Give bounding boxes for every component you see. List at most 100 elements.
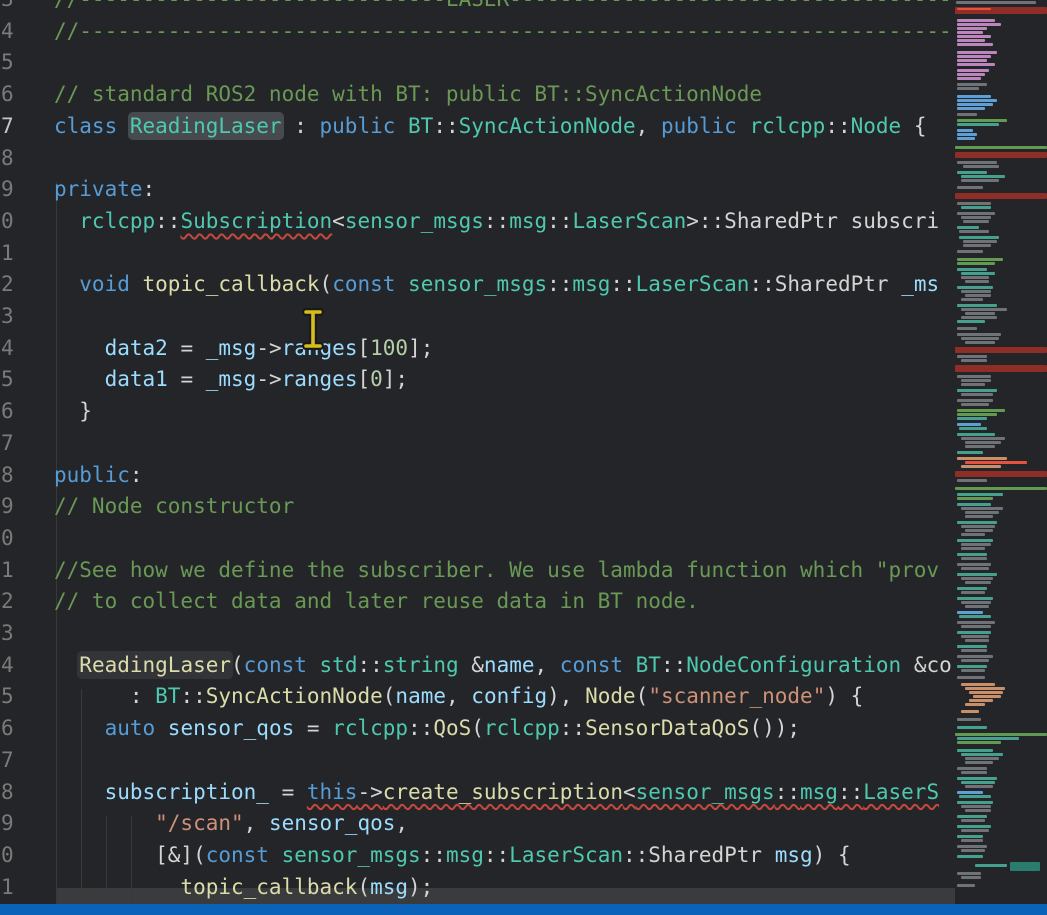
line-number[interactable]: 7 bbox=[1, 428, 14, 460]
code-line[interactable]: 3 //-----------------------------LASER---… bbox=[0, 0, 955, 16]
code-text: data1 = _msg->ranges[0]; bbox=[54, 364, 408, 396]
line-number[interactable]: 2 bbox=[1, 586, 14, 618]
code-token: msg bbox=[370, 875, 408, 899]
line-number[interactable]: 4 bbox=[1, 650, 14, 682]
code-line[interactable]: 1 bbox=[0, 238, 955, 270]
code-line[interactable]: 0 rclcpp::Subscription<sensor_msgs::msg:… bbox=[0, 206, 955, 238]
code-line[interactable]: 3 bbox=[0, 301, 955, 333]
line-number[interactable]: 0 bbox=[1, 206, 14, 238]
minimap-line bbox=[957, 27, 987, 30]
line-number[interactable]: 5 bbox=[1, 364, 14, 396]
minimap-line bbox=[961, 557, 987, 560]
line-number[interactable]: 6 bbox=[1, 713, 14, 745]
code-line[interactable]: 2// to collect data and later reuse data… bbox=[0, 586, 955, 618]
minimap-line bbox=[957, 186, 983, 189]
line-number[interactable]: 8 bbox=[1, 777, 14, 809]
code-editor[interactable]: 3 //-----------------------------LASER---… bbox=[0, 0, 955, 915]
line-number[interactable]: 5 bbox=[1, 47, 14, 79]
minimap-line bbox=[961, 753, 1003, 756]
line-number[interactable]: 8 bbox=[1, 460, 14, 492]
code-line[interactable]: 2 void topic_callback(const sensor_msgs:… bbox=[0, 269, 955, 301]
code-token: ( bbox=[231, 653, 244, 677]
minimap-line bbox=[957, 355, 987, 358]
code-line[interactable]: 4 ReadingLaser(const std::string &name, … bbox=[0, 650, 955, 682]
line-number[interactable]: 6 bbox=[1, 79, 14, 111]
code-line[interactable]: 7class ReadingLaser : public BT::SyncAct… bbox=[0, 111, 955, 143]
code-text: subscription_ = this->create_subscriptio… bbox=[54, 777, 939, 809]
minimap-line bbox=[957, 884, 975, 887]
code-text: // Node constructor bbox=[54, 491, 294, 523]
code-token: LaserScan bbox=[636, 272, 750, 296]
line-number[interactable]: 1 bbox=[1, 238, 14, 270]
code-line[interactable]: 0 bbox=[0, 523, 955, 555]
minimap-line bbox=[957, 375, 991, 378]
minimap-line bbox=[957, 611, 983, 614]
code-token: : bbox=[143, 177, 156, 201]
minimap-line bbox=[961, 659, 989, 662]
line-number[interactable]: 3 bbox=[1, 618, 14, 650]
code-line[interactable]: 6 } bbox=[0, 396, 955, 428]
line-number[interactable]: 8 bbox=[1, 143, 14, 175]
line-number[interactable]: 9 bbox=[1, 808, 14, 840]
code-line[interactable]: 4 data2 = _msg->ranges[100]; bbox=[0, 333, 955, 365]
line-number[interactable]: 4 bbox=[1, 16, 14, 48]
code-line[interactable]: 1 topic_callback(msg); bbox=[0, 872, 955, 904]
code-line[interactable]: 7 bbox=[0, 745, 955, 777]
code-token: sensor_qos bbox=[168, 716, 294, 740]
minimap[interactable] bbox=[955, 0, 1047, 915]
code-line[interactable]: 6 auto sensor_qos = rclcpp::QoS(rclcpp::… bbox=[0, 713, 955, 745]
code-token: sensor_msgs bbox=[282, 843, 421, 867]
code-line[interactable]: 4//-------------------------------------… bbox=[0, 16, 955, 48]
code-line[interactable]: 6// standard ROS2 node with BT: public B… bbox=[0, 79, 955, 111]
line-number[interactable]: 6 bbox=[1, 396, 14, 428]
code-line[interactable]: 0 [&](const sensor_msgs::msg::LaserScan:… bbox=[0, 840, 955, 872]
code-token: :: bbox=[623, 843, 648, 867]
code-token: 0 bbox=[370, 367, 383, 391]
minimap-line bbox=[961, 625, 991, 628]
line-number[interactable]: 7 bbox=[1, 111, 14, 143]
code-text: rclcpp::Subscription<sensor_msgs::msg::L… bbox=[54, 206, 939, 238]
code-token: ReadingLaser bbox=[130, 114, 282, 138]
line-number[interactable]: 3 bbox=[1, 301, 14, 333]
code-line[interactable]: 8 subscription_ = this->create_subscript… bbox=[0, 777, 955, 809]
line-number[interactable]: 9 bbox=[1, 174, 14, 206]
code-line[interactable]: 3 bbox=[0, 618, 955, 650]
code-line[interactable]: 5 : BT::SyncActionNode(name, config), No… bbox=[0, 681, 955, 713]
code-line[interactable]: 8public: bbox=[0, 460, 955, 492]
code-token: const bbox=[206, 843, 282, 867]
code-token: msg bbox=[572, 272, 610, 296]
minimap-line bbox=[965, 441, 1001, 444]
code-line[interactable]: 8 bbox=[0, 143, 955, 175]
code-line[interactable]: 7 bbox=[0, 428, 955, 460]
code-text: ReadingLaser(const std::string &name, co… bbox=[54, 650, 952, 682]
code-line[interactable]: 9 "/scan", sensor_qos, bbox=[0, 808, 955, 840]
minimap-line bbox=[965, 757, 999, 760]
line-number[interactable]: 0 bbox=[1, 840, 14, 872]
line-number[interactable]: 1 bbox=[1, 555, 14, 587]
code-token: // Node constructor bbox=[54, 494, 294, 518]
code-line[interactable]: 1//See how we define the subscriber. We … bbox=[0, 555, 955, 587]
code-line[interactable]: 9 // Node constructor bbox=[0, 491, 955, 523]
line-number[interactable]: 0 bbox=[1, 523, 14, 555]
line-number[interactable]: 2 bbox=[1, 269, 14, 301]
code-token: const bbox=[560, 653, 636, 677]
code-token: = bbox=[269, 780, 307, 804]
code-line[interactable]: 9private: bbox=[0, 174, 955, 206]
minimap-line bbox=[957, 631, 991, 634]
line-number[interactable]: 3 bbox=[1, 0, 14, 16]
minimap-line bbox=[957, 417, 987, 420]
line-number[interactable]: 9 bbox=[1, 491, 14, 523]
code-token: BT bbox=[636, 653, 661, 677]
line-number[interactable]: 7 bbox=[1, 745, 14, 777]
code-token: , bbox=[535, 653, 560, 677]
line-number[interactable]: 5 bbox=[1, 681, 14, 713]
line-number[interactable]: 1 bbox=[1, 872, 14, 904]
code-text: //-----------------------------LASER----… bbox=[54, 0, 955, 16]
code-line[interactable]: 5 data1 = _msg->ranges[0]; bbox=[0, 364, 955, 396]
minimap-line bbox=[957, 587, 987, 590]
line-number[interactable]: 4 bbox=[1, 333, 14, 365]
minimap-line bbox=[961, 543, 991, 546]
code-line[interactable]: 5 bbox=[0, 47, 955, 79]
minimap-line bbox=[961, 206, 991, 209]
code-text: topic_callback(msg); bbox=[54, 872, 433, 904]
